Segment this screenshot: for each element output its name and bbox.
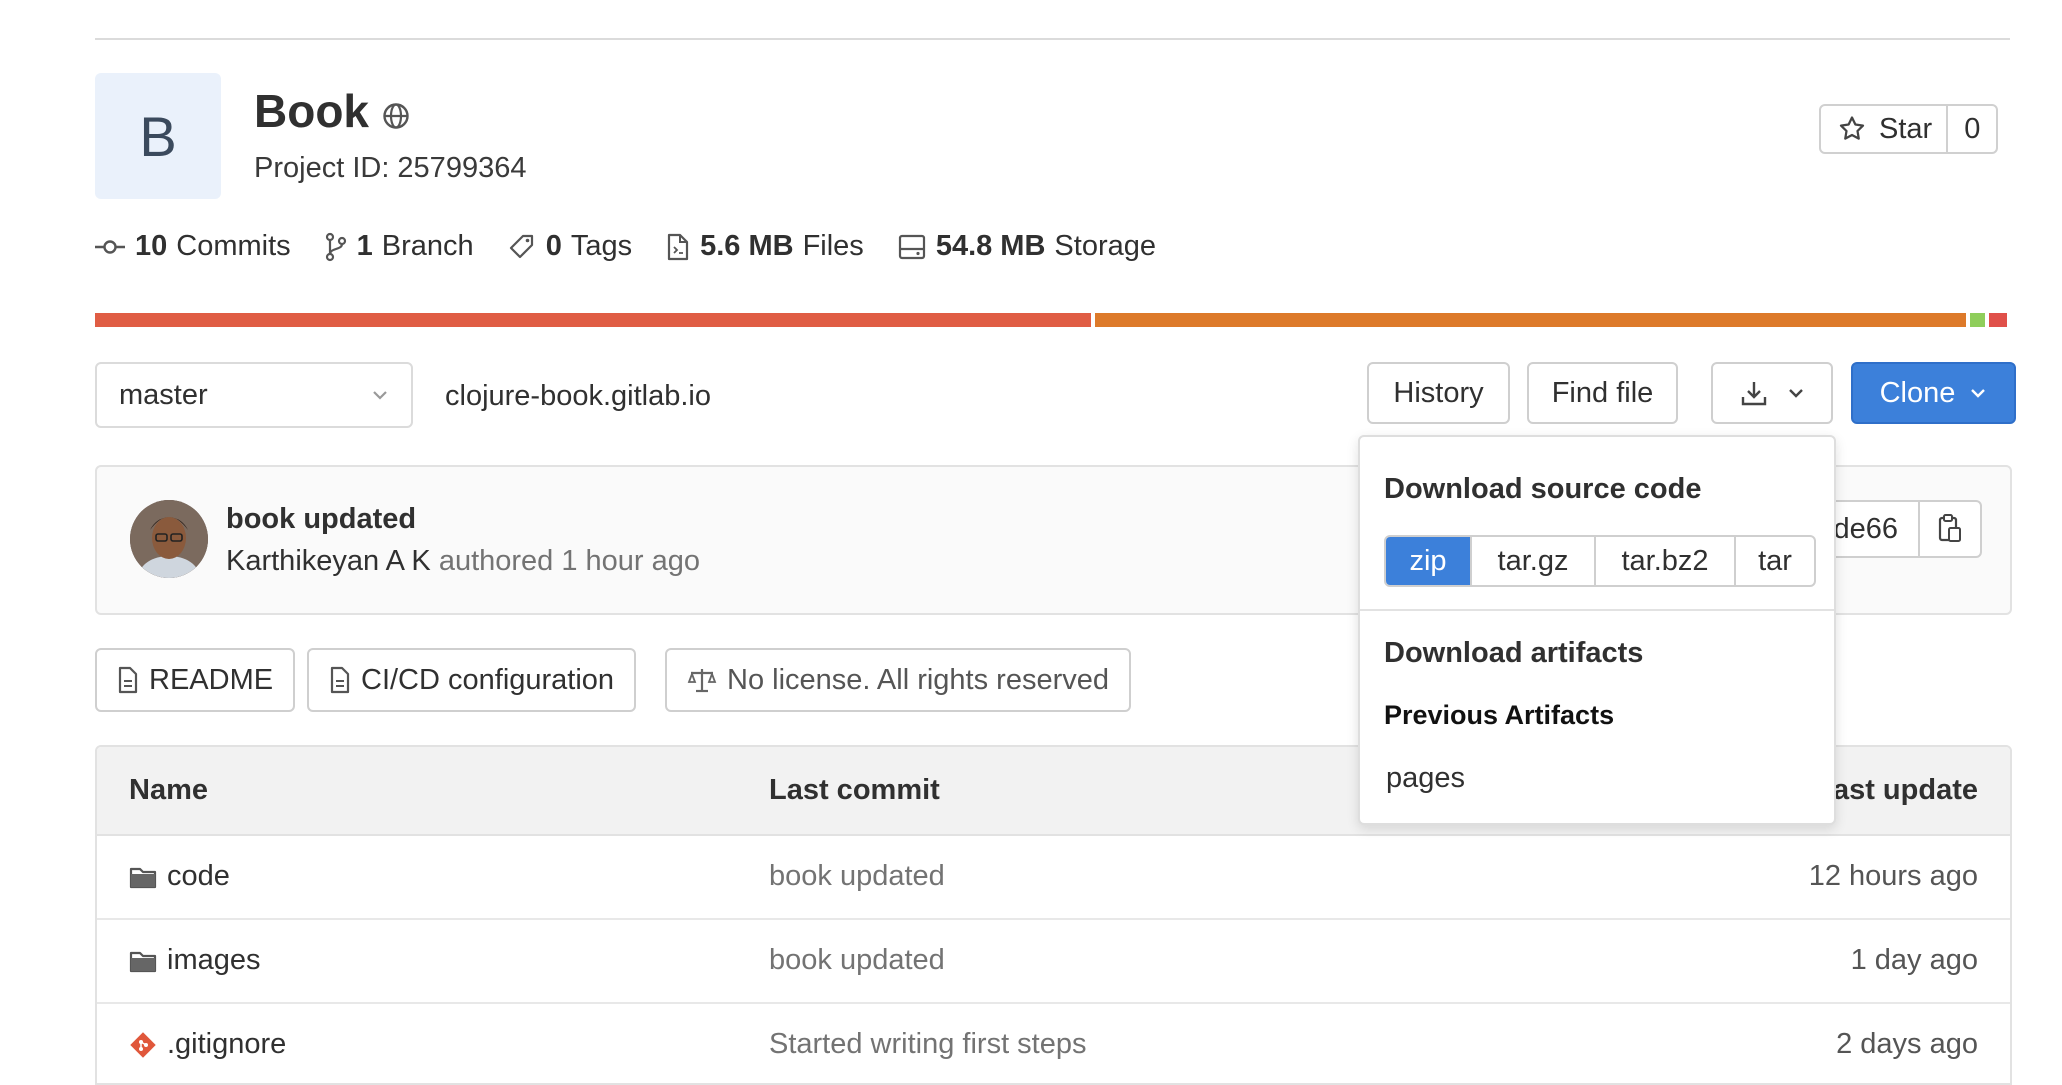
file-name-cell[interactable]: .gitignore (129, 1028, 286, 1061)
file-icon (667, 233, 689, 260)
commit-message-cell[interactable]: book updated (769, 860, 945, 893)
project-avatar[interactable]: B (95, 73, 221, 199)
download-dropdown-menu: Download source code zip tar.gz tar.bz2 … (1358, 435, 1836, 825)
language-segment[interactable] (1970, 313, 1986, 327)
archive-format-group: zip tar.gz tar.bz2 tar (1384, 535, 1816, 587)
commit-time: authored 1 hour ago (438, 545, 701, 577)
table-row[interactable]: code book updated 12 hours ago (97, 834, 2010, 920)
format-targz-button[interactable]: tar.gz (1472, 537, 1596, 585)
stat-branches[interactable]: 1 Branch (325, 230, 474, 263)
cicd-configuration-button[interactable]: CI/CD configuration (307, 648, 637, 712)
tag-icon (509, 234, 533, 258)
globe-icon (383, 103, 409, 129)
commit-icon (95, 239, 125, 254)
last-update-cell: 2 days ago (1836, 1028, 1978, 1060)
column-name: Name (129, 774, 208, 806)
download-source-heading: Download source code (1384, 473, 1702, 505)
clone-label: Clone (1879, 376, 1956, 409)
storage-icon (898, 234, 925, 259)
format-tarbz2-button[interactable]: tar.bz2 (1596, 537, 1736, 585)
last-update-cell: 1 day ago (1850, 944, 1978, 976)
clipboard-icon (1938, 514, 1961, 542)
download-button[interactable] (1711, 362, 1833, 424)
branch-selector[interactable]: master (95, 362, 413, 428)
star-button[interactable]: Star 0 (1819, 104, 1999, 154)
repository-language-bar[interactable] (95, 313, 2010, 327)
star-count[interactable]: 0 (1948, 106, 1996, 152)
user-photo (130, 500, 208, 578)
artifact-pages-item[interactable]: pages (1386, 762, 1465, 795)
project-id: Project ID: 25799364 (254, 152, 527, 184)
commit-message-cell[interactable]: book updated (769, 944, 945, 977)
user-avatar[interactable] (130, 500, 208, 578)
star-icon (1839, 116, 1865, 140)
previous-artifacts-label: Previous Artifacts (1384, 700, 1615, 730)
branch-icon (325, 232, 346, 261)
folder-icon (129, 867, 157, 888)
top-divider (95, 38, 2010, 40)
last-update-cell: 12 hours ago (1808, 860, 1978, 892)
commit-message-cell[interactable]: Started writing first steps (769, 1028, 1087, 1061)
stat-files[interactable]: 5.6 MB Files (666, 230, 864, 263)
column-last-update: Last update (1815, 774, 1978, 806)
document-icon (330, 666, 350, 694)
table-row[interactable]: .gitignore Started writing first steps 2… (97, 1002, 2010, 1083)
download-artifacts-heading: Download artifacts (1384, 637, 1644, 669)
history-button[interactable]: History (1367, 362, 1510, 424)
language-segment[interactable] (1989, 313, 2007, 327)
commit-title[interactable]: book updated (226, 503, 416, 536)
chevron-down-icon (373, 391, 387, 400)
language-segment[interactable] (1094, 313, 1967, 327)
readme-button[interactable]: README (95, 648, 296, 712)
stat-tags[interactable]: 0 Tags (508, 230, 632, 263)
copy-sha-button[interactable] (1918, 500, 1982, 558)
stat-commits[interactable]: 10 Commits (95, 230, 291, 263)
clone-button[interactable]: Clone (1851, 362, 2016, 424)
file-name-cell[interactable]: images (129, 944, 261, 977)
dropdown-divider (1360, 609, 1834, 611)
folder-icon (129, 951, 157, 972)
commit-author-line: Karthikeyan A K authored 1 hour ago (226, 545, 700, 578)
project-stats: 10Commits 1Branch 0Tags 5.6 MBFiles (95, 230, 1190, 263)
license-button[interactable]: No license. All rights reserved (665, 648, 1131, 712)
find-file-button[interactable]: Find file (1527, 362, 1678, 424)
project-avatar-letter: B (139, 104, 177, 168)
column-last-commit: Last commit (769, 774, 940, 806)
scale-icon (687, 669, 717, 693)
git-icon (130, 1031, 156, 1058)
table-row[interactable]: images book updated 1 day ago (97, 918, 2010, 1004)
format-tar-button[interactable]: tar (1736, 537, 1814, 585)
stat-storage[interactable]: 54.8 MB Storage (898, 230, 1156, 263)
chevron-down-icon (1789, 389, 1803, 398)
repository-path[interactable]: clojure-book.gitlab.io (445, 380, 711, 413)
branch-name: master (119, 378, 208, 411)
format-zip-button[interactable]: zip (1386, 537, 1472, 585)
chevron-down-icon (1971, 389, 1986, 398)
language-segment[interactable] (95, 313, 1091, 327)
commit-author[interactable]: Karthikeyan A K (226, 545, 431, 577)
star-label: Star (1879, 112, 1933, 145)
star-toggle[interactable]: Star (1821, 106, 1949, 152)
document-icon (118, 666, 138, 694)
project-title[interactable]: Book (254, 84, 369, 138)
download-icon (1741, 382, 1767, 406)
file-name-cell[interactable]: code (129, 860, 230, 893)
